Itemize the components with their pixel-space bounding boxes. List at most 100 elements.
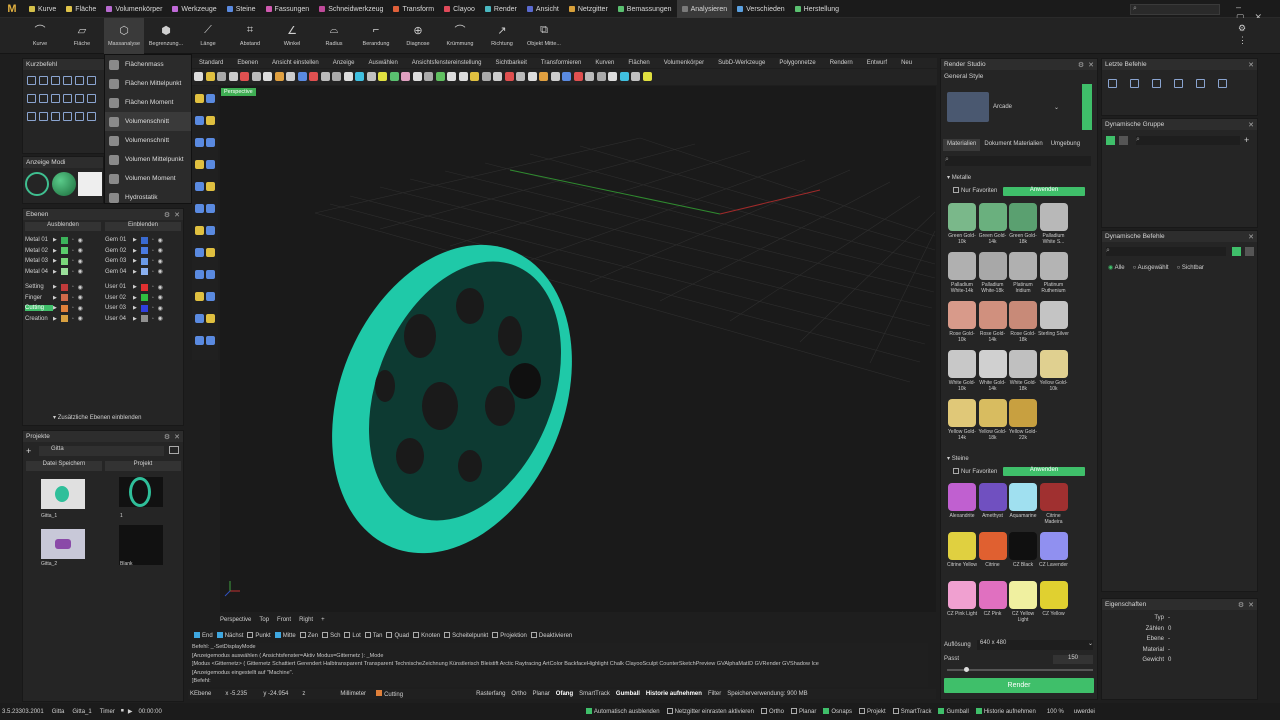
- status-toggle[interactable]: Ortho: [511, 691, 526, 697]
- recent-command-icon[interactable]: [1130, 79, 1139, 88]
- status-toggle[interactable]: SmartTrack: [579, 691, 610, 697]
- material-swatch[interactable]: [978, 350, 1007, 378]
- stones-apply-button[interactable]: Anwenden: [1003, 467, 1085, 476]
- settings-icon[interactable]: ⚙: [164, 433, 170, 441]
- settings-icon[interactable]: ⚙: [164, 211, 170, 219]
- menu-tab[interactable]: Volumenkörper: [101, 0, 167, 18]
- shortcut-icon[interactable]: [27, 76, 36, 85]
- menu-tab[interactable]: Werkzeuge: [167, 0, 221, 18]
- osnap-toggle[interactable]: Tan: [361, 632, 382, 639]
- eye-icon[interactable]: ◉: [78, 247, 83, 254]
- toolbar-icon[interactable]: [435, 72, 445, 81]
- lock-icon[interactable]: ▫: [72, 316, 74, 322]
- checkbox[interactable]: [444, 632, 451, 638]
- menu-tab[interactable]: Netzgitter: [564, 0, 613, 18]
- material-swatch[interactable]: [948, 203, 976, 231]
- stones-fav[interactable]: Nur Favoriten: [949, 468, 997, 475]
- filter-radio[interactable]: ◉ Alle: [1108, 264, 1125, 271]
- tool-icon[interactable]: [195, 182, 204, 191]
- material-swatch[interactable]: [1039, 483, 1068, 511]
- shortcut-icon[interactable]: [87, 76, 96, 85]
- close-icon[interactable]: ✕: [1088, 61, 1094, 69]
- material-swatch[interactable]: [948, 301, 976, 329]
- material-swatch[interactable]: [978, 483, 1007, 511]
- toolbar-icon[interactable]: [596, 72, 606, 81]
- checkbox[interactable]: [194, 632, 200, 638]
- settings-icon[interactable]: ⚙: [1078, 61, 1084, 69]
- shortcut-icon[interactable]: [27, 94, 36, 103]
- ribbon-button[interactable]: ▱ Fläche: [62, 18, 102, 54]
- material-swatch[interactable]: [1009, 399, 1037, 427]
- toolbar-icon[interactable]: [355, 72, 364, 81]
- shortcut-icon[interactable]: [39, 94, 48, 103]
- resolution-select[interactable]: 640 x 480 ⌄: [977, 640, 1093, 650]
- layer-color[interactable]: [140, 257, 148, 265]
- menu-tab[interactable]: Fassungen: [261, 0, 315, 18]
- expand-icon[interactable]: ▶: [53, 248, 57, 254]
- tool-icon[interactable]: [206, 116, 215, 125]
- show-layers-button[interactable]: Einblenden: [105, 222, 181, 231]
- layer-color[interactable]: [60, 257, 68, 265]
- view-tab[interactable]: Kurven: [588, 60, 621, 66]
- toolbar-icon[interactable]: [217, 72, 226, 81]
- toolbar-icon[interactable]: [274, 72, 284, 81]
- recent-command-icon[interactable]: [1174, 79, 1183, 88]
- layer-color[interactable]: [60, 236, 68, 244]
- toolbar-icon[interactable]: [631, 72, 640, 81]
- osnap-toggle[interactable]: Zen: [296, 632, 318, 639]
- toolbar-icon[interactable]: [263, 72, 272, 81]
- layer-row[interactable]: Metal 03 ▶ ▫ ◉: [25, 256, 101, 266]
- checkbox[interactable]: [216, 632, 223, 638]
- checkbox[interactable]: [892, 708, 899, 714]
- view-tab[interactable]: Polygonnetze: [772, 60, 822, 66]
- zoom-level[interactable]: 100 %: [1047, 709, 1064, 715]
- tool-icon[interactable]: [195, 226, 204, 235]
- material-swatch[interactable]: [978, 203, 1007, 231]
- status-file2[interactable]: Gitta_1: [72, 709, 91, 715]
- material-swatch[interactable]: [1009, 581, 1037, 609]
- toolbar-icon[interactable]: [493, 72, 502, 81]
- layer-row[interactable]: Finger ▶ ▫ ◉: [25, 293, 101, 303]
- view-tab[interactable]: Entwurf: [860, 60, 894, 66]
- lock-icon[interactable]: ▫: [72, 258, 74, 264]
- layer-row[interactable]: User 04 ▶ ▫ ◉: [105, 314, 181, 324]
- layer-row[interactable]: Gem 04 ▶ ▫ ◉: [105, 267, 181, 277]
- dropdown-item[interactable]: Flächenmass: [105, 55, 191, 74]
- project-thumb-3[interactable]: [41, 529, 85, 559]
- shortcut-icon[interactable]: [63, 76, 72, 85]
- expand-icon[interactable]: ▶: [133, 305, 137, 311]
- viewport-tab[interactable]: Top: [259, 617, 269, 623]
- expand-icon[interactable]: ▶: [53, 258, 57, 264]
- ribbon-button[interactable]: ⊕ Diagnose: [398, 18, 438, 54]
- toolbar-icon[interactable]: [481, 72, 491, 81]
- checkbox[interactable]: [938, 708, 945, 714]
- expand-icon[interactable]: ▶: [133, 295, 137, 301]
- status-toggle[interactable]: Speicherverwendung: 900 MB: [727, 691, 807, 697]
- checkbox[interactable]: [247, 632, 254, 638]
- render-button[interactable]: Render: [944, 678, 1094, 693]
- material-swatch[interactable]: [1039, 532, 1068, 560]
- eye-icon[interactable]: ◉: [78, 315, 83, 322]
- close-icon[interactable]: ✕: [1248, 233, 1254, 241]
- close-icon[interactable]: ✕: [1248, 121, 1254, 129]
- material-swatch[interactable]: [1009, 532, 1037, 560]
- menu-tab[interactable]: Transform: [388, 0, 439, 18]
- material-swatch[interactable]: [948, 532, 976, 560]
- lock-icon[interactable]: ▫: [72, 237, 74, 243]
- layer-row[interactable]: User 01 ▶ ▫ ◉: [105, 282, 181, 292]
- lock-icon[interactable]: ▫: [152, 295, 154, 301]
- layer-row[interactable]: User 03 ▶ ▫ ◉: [105, 303, 181, 313]
- viewport-label[interactable]: Perspective: [221, 88, 256, 96]
- app-logo[interactable]: M: [0, 0, 24, 18]
- search-box[interactable]: ⌕: [1130, 4, 1220, 15]
- tool-icon[interactable]: [206, 94, 215, 103]
- eye-icon[interactable]: ◉: [78, 268, 83, 275]
- shortcut-icon[interactable]: [63, 94, 72, 103]
- status-toggle[interactable]: Historie aufnehmen: [646, 691, 702, 697]
- tool-icon[interactable]: [206, 160, 215, 169]
- menu-tab[interactable]: Bemassungen: [613, 0, 677, 18]
- checkbox[interactable]: [492, 632, 499, 638]
- toolbar-icon[interactable]: [562, 72, 571, 81]
- material-swatch[interactable]: [1039, 350, 1068, 378]
- view-tab[interactable]: Anzeige: [326, 60, 362, 66]
